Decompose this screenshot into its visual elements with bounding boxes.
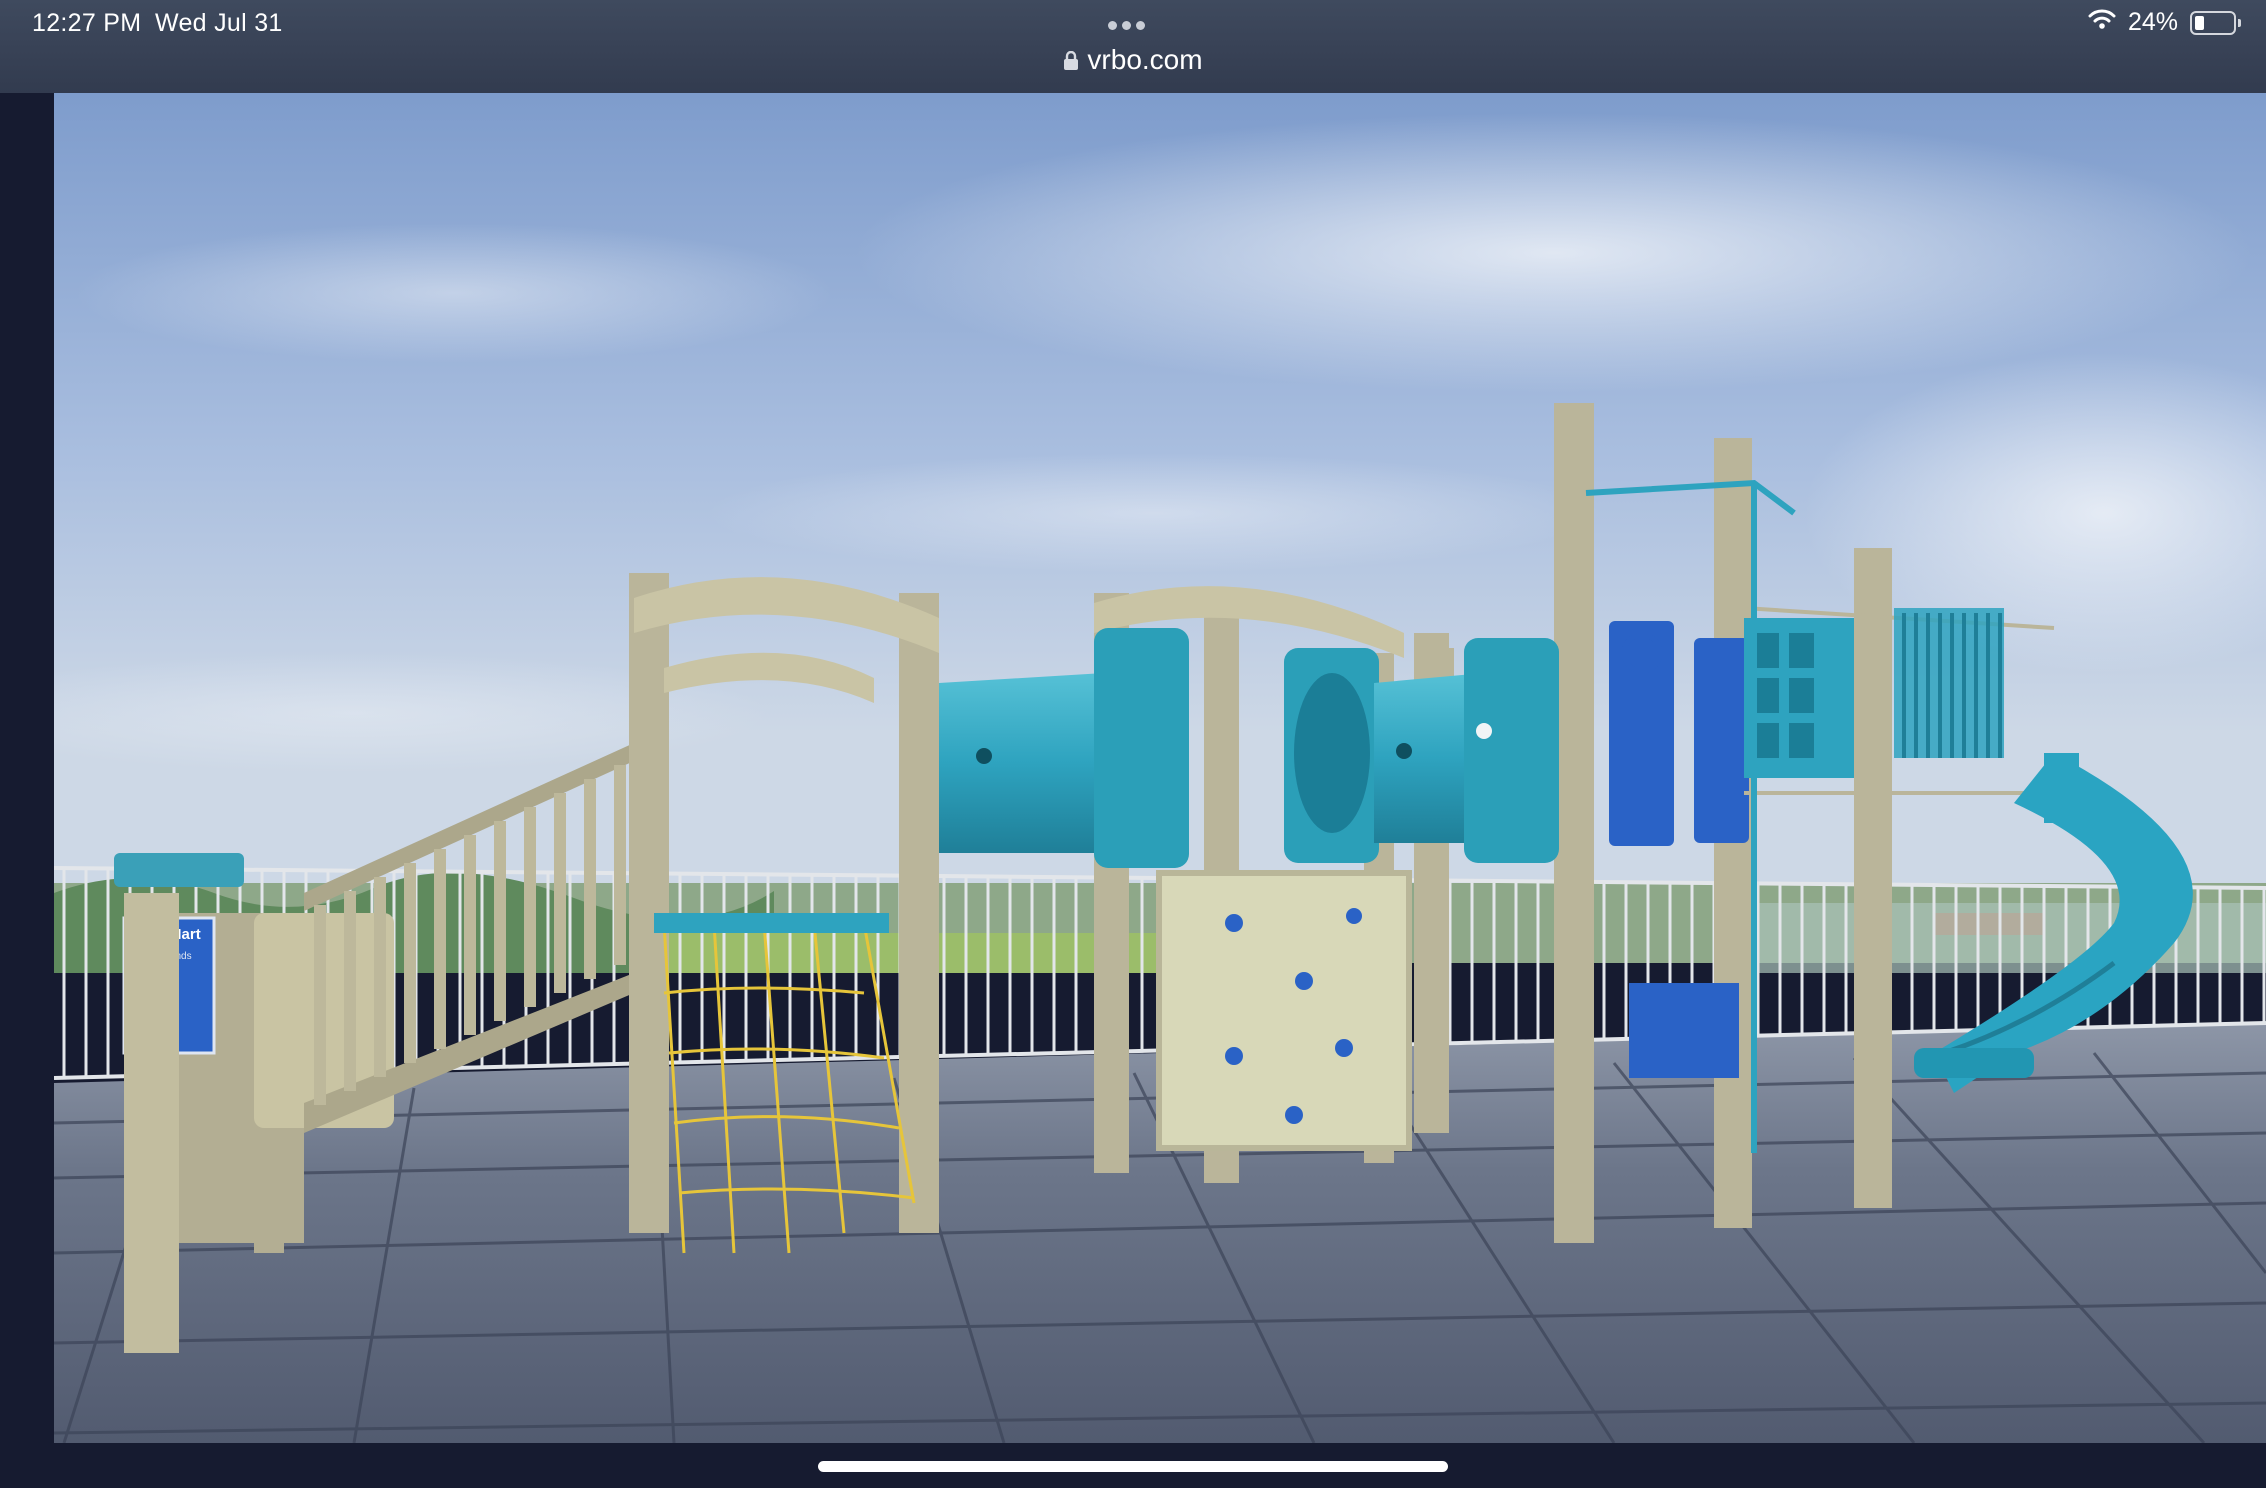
battery-percent: 24% <box>2127 8 2178 36</box>
home-indicator[interactable] <box>818 1461 1448 1472</box>
wifi-icon <box>2088 8 2116 37</box>
url-text: vrbo.com <box>1087 44 1203 75</box>
status-date: Wed Jul 31 <box>155 9 283 37</box>
browser-top-bar: 12:27 PM Wed Jul 31 vrbo.com 24% <box>0 0 2266 93</box>
status-right: 24% <box>2088 8 2241 37</box>
ellipsis-icon[interactable] <box>1108 17 1158 30</box>
battery-fill <box>2195 15 2204 30</box>
battery-icon <box>2190 10 2241 35</box>
climbing-wall <box>1156 870 1412 1151</box>
lock-icon <box>1063 46 1079 78</box>
status-time: 12:27 PM <box>32 9 142 37</box>
playground-photo[interactable]: Play Mart Playgrounds <box>54 93 2266 1443</box>
address-bar[interactable]: vrbo.com <box>0 44 2266 78</box>
